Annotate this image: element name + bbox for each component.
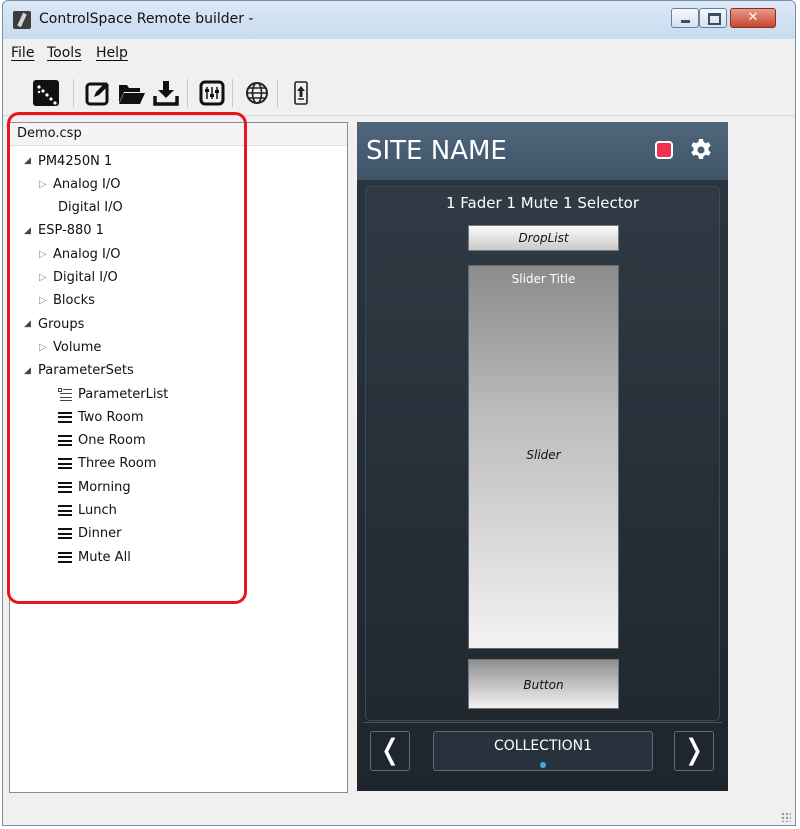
slider-control[interactable]: Slider Title Slider [468, 265, 619, 649]
tree-item[interactable]: ◢ PM4250N 1 [24, 150, 112, 172]
slider-title: Slider Title [511, 272, 576, 286]
collapsed-arrow-icon[interactable]: ▷ [39, 179, 53, 190]
tree-item[interactable]: ◢ ESP-880 1 [24, 220, 104, 242]
tree-item[interactable]: Digital I/O [58, 197, 123, 219]
next-collection-button[interactable]: ❭ [674, 731, 714, 771]
app-icon [13, 11, 31, 29]
minimize-button[interactable] [671, 8, 699, 28]
tree-item-label: Digital I/O [53, 270, 118, 285]
tree-item-label: PM4250N 1 [38, 153, 113, 169]
app-window: ControlSpace Remote builder - File Tools… [2, 0, 796, 826]
site-name: SITE NAME [366, 136, 507, 166]
record-icon[interactable] [655, 141, 673, 159]
upload-device-icon[interactable] [286, 78, 316, 108]
parameter-set-icon [58, 505, 72, 516]
tree-item[interactable]: ▷ Digital I/O [39, 267, 118, 289]
status-bar [3, 796, 795, 825]
gear-icon[interactable] [689, 138, 713, 162]
panel-title: 1 Fader 1 Mute 1 Selector [445, 194, 639, 212]
globe-icon[interactable] [242, 78, 272, 108]
download-icon[interactable] [151, 78, 181, 108]
tree-item-label: Analog I/O [53, 176, 121, 192]
tree-item-label: Groups [38, 316, 85, 332]
collapsed-arrow-icon[interactable]: ▷ [39, 272, 53, 283]
tree-item-label: ParameterList [78, 386, 169, 402]
tree-item-label: ESP-880 1 [38, 223, 104, 239]
menu-file[interactable]: File [11, 45, 34, 61]
close-button[interactable] [730, 8, 776, 28]
tree-item[interactable]: Mute All [58, 546, 131, 568]
collapsed-arrow-icon[interactable]: ▷ [39, 249, 53, 260]
settings-panel-icon[interactable] [197, 78, 227, 108]
tree-item-label: Mute All [78, 549, 131, 565]
collapsed-arrow-icon[interactable]: ▷ [39, 342, 53, 353]
open-folder-icon[interactable] [117, 78, 147, 108]
preview-header: SITE NAME [357, 122, 728, 180]
parameter-set-icon [58, 411, 72, 423]
expanded-arrow-icon[interactable]: ◢ [24, 226, 38, 236]
menu-tools[interactable]: Tools [47, 45, 82, 61]
tree-item[interactable]: Three Room [58, 453, 156, 475]
toolbar-separator [232, 79, 233, 107]
tree-item-label: Morning [78, 479, 131, 495]
tree-item[interactable]: ▷ Analog I/O [39, 173, 121, 195]
tree-item[interactable]: ▷ Volume [39, 336, 101, 358]
parameter-set-icon [58, 458, 72, 470]
remote-launcher-icon[interactable] [31, 78, 61, 108]
toolbar-separator [73, 79, 74, 107]
tree-item-label: Analog I/O [53, 246, 121, 262]
toolbar-separator [187, 79, 188, 107]
maximize-button[interactable] [699, 8, 727, 28]
button-control[interactable]: Button [468, 659, 619, 709]
tree-header[interactable]: Demo.csp [10, 123, 347, 146]
parameter-set-icon [58, 481, 72, 493]
tree-item-label: Digital I/O [58, 200, 123, 216]
page-indicator-dot [540, 762, 546, 768]
collection-navigation: ❬ COLLECTION1 ❭ [363, 722, 722, 783]
toolbar [3, 71, 795, 116]
toolbar-separator [277, 79, 278, 107]
resize-grip-icon[interactable] [781, 812, 791, 822]
tree-item[interactable]: Lunch [58, 500, 117, 522]
collection-selector[interactable]: COLLECTION1 [433, 731, 653, 771]
collection-label: COLLECTION1 [493, 738, 593, 754]
tree-item[interactable]: One Room [58, 430, 146, 452]
parameter-set-icon [58, 435, 72, 447]
parameter-set-icon [58, 528, 72, 540]
title-bar[interactable]: ControlSpace Remote builder - [3, 1, 795, 39]
tree-item-label: ParameterSets [38, 363, 134, 379]
tree-item-label: Volume [53, 339, 102, 355]
tree-item[interactable]: Two Room [58, 406, 144, 428]
tree-item-label: Lunch [78, 503, 117, 518]
tree-item-label: Blocks [53, 293, 95, 309]
tree-item-label: Three Room [78, 456, 157, 472]
slider-label: Slider [526, 448, 561, 462]
menu-help[interactable]: Help [96, 45, 128, 61]
tree-item[interactable]: ◢ Groups [24, 313, 84, 335]
tree-item[interactable]: Dinner [58, 523, 121, 545]
collapsed-arrow-icon[interactable]: ▷ [39, 295, 53, 306]
expanded-arrow-icon[interactable]: ◢ [24, 319, 38, 329]
window-title: ControlSpace Remote builder - [39, 11, 254, 27]
expanded-arrow-icon[interactable]: ◢ [24, 156, 38, 166]
tree-item[interactable]: Morning [58, 476, 131, 498]
parameter-list-icon [58, 387, 72, 401]
tree-item[interactable]: ◢ ParameterSets [24, 360, 134, 382]
edit-icon[interactable] [83, 78, 113, 108]
tree-item-label: Dinner [78, 526, 122, 542]
remote-preview: SITE NAME 1 Fader 1 Mute 1 Selector Drop… [357, 122, 728, 791]
tree-item-label: One Room [78, 433, 146, 449]
tree-item[interactable]: ▷ Blocks [39, 290, 95, 312]
control-panel: 1 Fader 1 Mute 1 Selector DropList Slide… [365, 186, 720, 721]
tree-item[interactable]: ParameterList [58, 383, 168, 405]
prev-collection-button[interactable]: ❬ [370, 731, 410, 771]
tree-item[interactable]: ▷ Analog I/O [39, 243, 121, 265]
project-tree: Demo.csp ◢ PM4250N 1 ▷ Analog I/O Digital I/… [9, 122, 348, 793]
tree-item-label: Two Room [78, 409, 144, 425]
parameter-set-icon [58, 551, 72, 563]
menu-bar: File Tools Help [3, 39, 795, 72]
expanded-arrow-icon[interactable]: ◢ [24, 366, 38, 376]
droplist-control[interactable]: DropList [468, 225, 619, 251]
